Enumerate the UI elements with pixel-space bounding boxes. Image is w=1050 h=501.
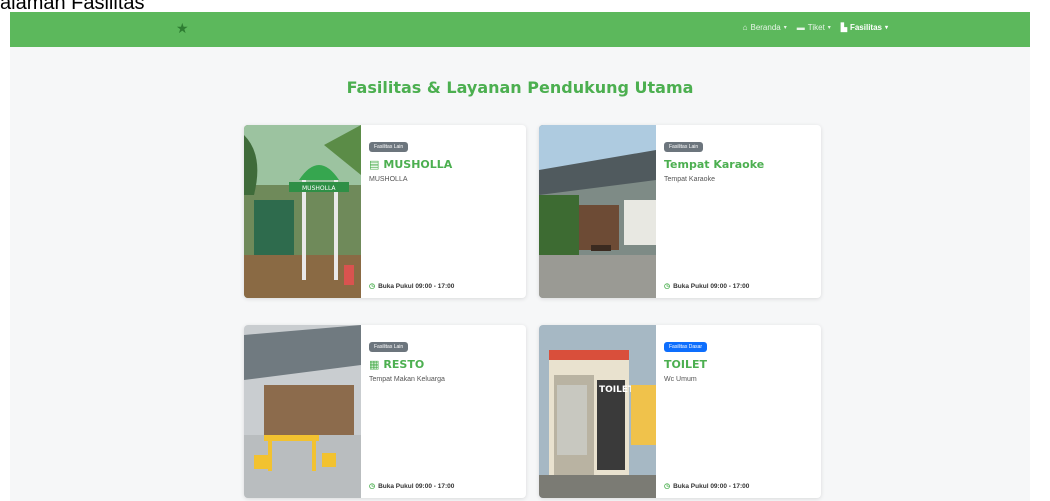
card-description: Tempat Makan Keluarga <box>369 376 445 383</box>
nav-label-beranda: Beranda <box>750 23 781 32</box>
category-badge: Fasilitas Lain <box>664 142 704 152</box>
browser-viewport: ★ ⌂ Beranda ▾ ▬ Tiket ▾ ▙ Fasilitas ▾ Fa… <box>10 12 1030 501</box>
nav-item-beranda[interactable]: ⌂ Beranda ▾ <box>743 23 787 32</box>
chevron-down-icon: ▾ <box>783 25 787 31</box>
nav-item-tiket[interactable]: ▬ Tiket ▾ <box>797 23 831 32</box>
card-hours: Buka Pukul 09:00 - 17:00 <box>378 482 455 490</box>
navbar: ★ ⌂ Beranda ▾ ▬ Tiket ▾ ▙ Fasilitas ▾ <box>10 12 1030 47</box>
card-description: Wc Umum <box>664 376 697 383</box>
page-title: Fasilitas & Layanan Pendukung Utama <box>346 78 694 97</box>
facility-card-resto[interactable]: Fasilitas Lain ▦ RESTO Tempat Makan Kelu… <box>244 325 526 498</box>
building-icon: ▙ <box>840 23 847 32</box>
star-icon[interactable]: ★ <box>176 21 192 37</box>
svg-text:MUSHOLLA: MUSHOLLA <box>302 185 336 192</box>
card-title[interactable]: MUSHOLLA <box>383 158 452 171</box>
svg-text:TOILET: TOILET <box>599 385 635 395</box>
facility-photo-toilet: TOILET <box>539 325 656 498</box>
card-title[interactable]: Tempat Karaoke <box>664 158 764 171</box>
facility-card-karaoke[interactable]: Fasilitas Lain Tempat Karaoke Tempat Kar… <box>539 125 821 298</box>
chevron-down-icon: ▾ <box>827 25 831 31</box>
category-badge: Fasilitas Dasar <box>664 342 708 352</box>
card-hours: Buka Pukul 09:00 - 17:00 <box>673 282 750 290</box>
facility-photo-karaoke <box>539 125 656 298</box>
facility-card-toilet[interactable]: TOILET Fasilitas Dasar TOILET Wc Umum ◷ … <box>539 325 821 498</box>
clock-icon: ◷ <box>369 283 376 290</box>
clock-icon: ◷ <box>664 283 671 290</box>
card-hours: Buka Pukul 09:00 - 17:00 <box>673 482 750 490</box>
shop-icon: ▦ <box>369 358 380 371</box>
card-hours: Buka Pukul 09:00 - 17:00 <box>378 282 455 290</box>
clock-icon: ◷ <box>664 483 671 490</box>
category-badge: Fasilitas Lain <box>369 142 409 152</box>
nav-menu: ⌂ Beranda ▾ ▬ Tiket ▾ ▙ Fasilitas ▾ <box>743 23 888 32</box>
card-description: Tempat Karaoke <box>664 176 715 183</box>
building-icon: ▤ <box>369 158 380 171</box>
facility-photo-resto <box>244 325 361 498</box>
clock-icon: ◷ <box>369 483 376 490</box>
nav-label-fasilitas: Fasilitas <box>849 23 882 32</box>
home-icon: ⌂ <box>742 23 748 32</box>
category-badge: Fasilitas Lain <box>369 342 409 352</box>
nav-label-tiket: Tiket <box>807 23 825 32</box>
ticket-icon: ▬ <box>796 23 805 32</box>
card-title[interactable]: TOILET <box>664 358 707 371</box>
chevron-down-icon: ▾ <box>884 25 888 31</box>
card-description: MUSHOLLA <box>369 176 408 183</box>
card-title[interactable]: RESTO <box>383 358 424 371</box>
facility-photo-musholla: MUSHOLLA <box>244 125 361 298</box>
nav-item-fasilitas[interactable]: ▙ Fasilitas ▾ <box>841 23 888 32</box>
facility-card-musholla[interactable]: MUSHOLLA Fasilitas Lain ▤ MUSHOLLA MUSHO… <box>244 125 526 298</box>
